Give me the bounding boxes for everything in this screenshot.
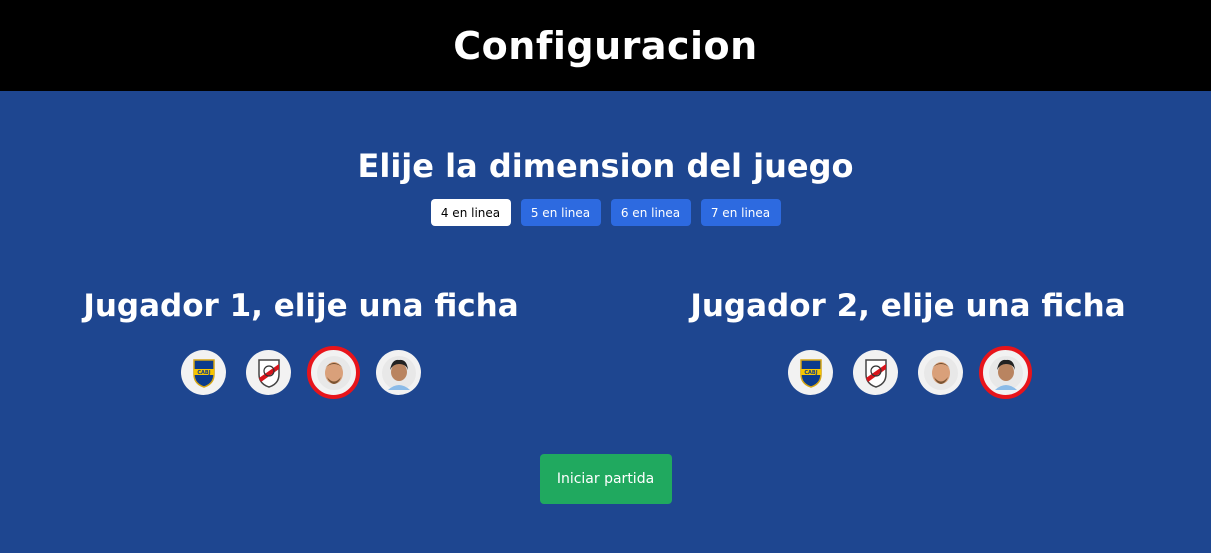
dimension-options: 4 en linea 5 en linea 6 en linea 7 en li… xyxy=(0,199,1211,226)
boca-juniors-crest-icon[interactable]: CABJ xyxy=(181,350,226,395)
dimension-4-button[interactable]: 4 en linea xyxy=(430,199,511,226)
header-bar: Configuracion xyxy=(0,0,1211,91)
dimension-section: Elije la dimension del juego 4 en linea … xyxy=(0,147,1211,226)
player-1-fichas: CABJ xyxy=(51,346,551,399)
player-2-heading: Jugador 2, elije una ficha xyxy=(690,288,1126,324)
start-game-button[interactable]: Iniciar partida xyxy=(539,454,672,504)
boca-juniors-crest-icon[interactable]: CABJ xyxy=(788,350,833,395)
svg-text:CABJ: CABJ xyxy=(804,370,817,376)
maradona-face-icon[interactable] xyxy=(979,346,1032,399)
dimension-5-button[interactable]: 5 en linea xyxy=(520,199,601,226)
player-1-heading: Jugador 1, elije una ficha xyxy=(83,288,519,324)
players-section: Jugador 1, elije una ficha CABJ Jugador … xyxy=(0,288,1211,428)
dimension-6-button[interactable]: 6 en linea xyxy=(610,199,691,226)
start-section: Iniciar partida xyxy=(0,454,1211,504)
svg-text:CABJ: CABJ xyxy=(197,370,210,376)
messi-face-icon[interactable] xyxy=(918,350,963,395)
river-plate-crest-icon[interactable] xyxy=(246,350,291,395)
player-1-panel: Jugador 1, elije una ficha CABJ xyxy=(51,288,551,399)
player-2-panel: Jugador 2, elije una ficha CABJ xyxy=(658,288,1158,399)
dimension-heading: Elije la dimension del juego xyxy=(357,147,854,185)
maradona-face-icon[interactable] xyxy=(376,350,421,395)
river-plate-crest-icon[interactable] xyxy=(853,350,898,395)
messi-face-icon[interactable] xyxy=(307,346,360,399)
player-2-fichas: CABJ xyxy=(658,346,1158,399)
page-title: Configuracion xyxy=(453,23,758,68)
dimension-7-button[interactable]: 7 en linea xyxy=(700,199,781,226)
